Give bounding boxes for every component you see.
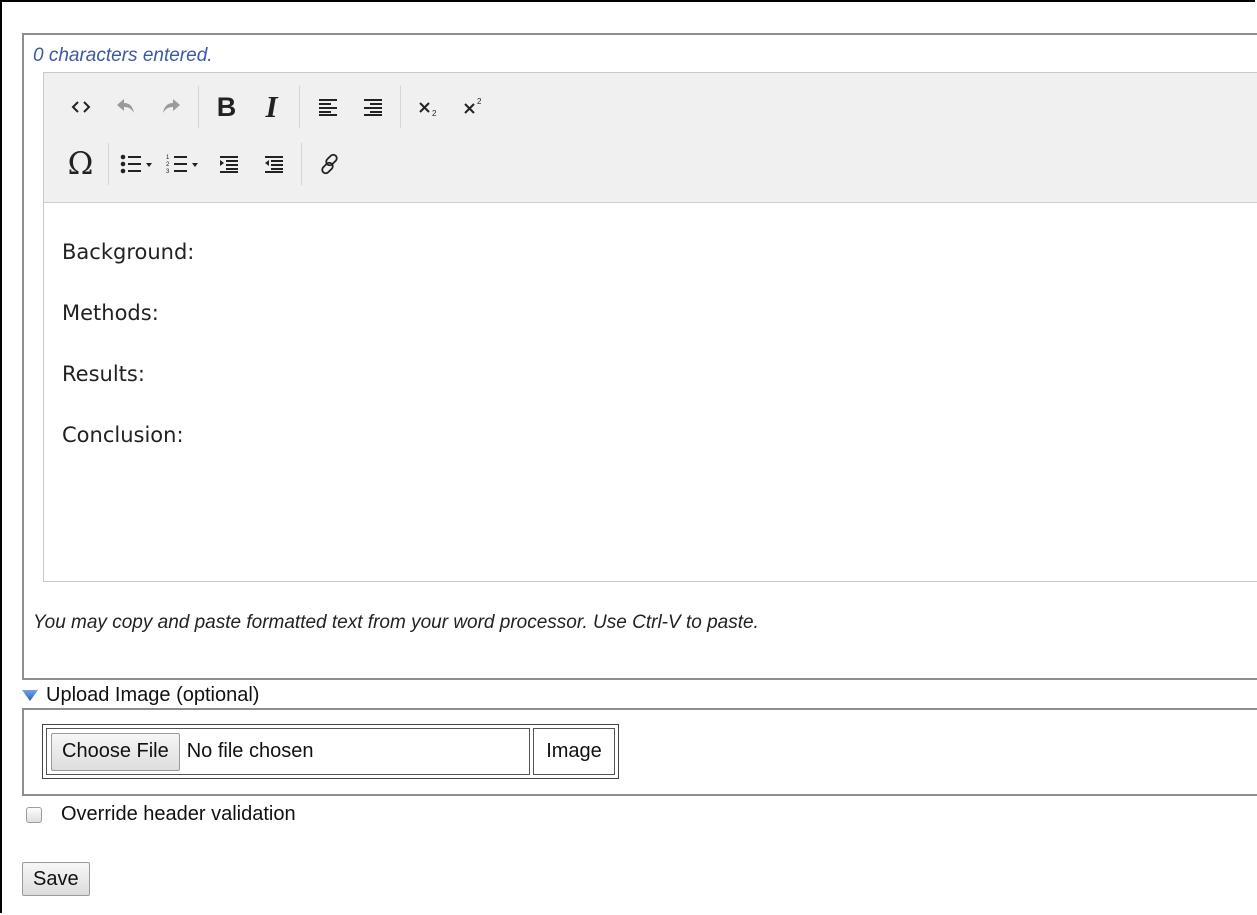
align-right-button[interactable] xyxy=(350,87,395,127)
numbered-list-button[interactable]: 1 2 3 xyxy=(160,144,206,184)
upload-table: Choose File No file chosen Image xyxy=(42,724,619,779)
content-line-conclusion: Conclusion: xyxy=(62,423,184,447)
bold-icon: B xyxy=(216,91,237,122)
toolbar-row-2: Ω 1 2 3 xyxy=(44,139,352,189)
align-right-icon xyxy=(363,99,382,116)
upload-row: Choose File No file chosen Image xyxy=(46,728,615,775)
toolbar-separator xyxy=(198,86,199,128)
svg-text:1: 1 xyxy=(166,155,170,161)
italic-icon: I xyxy=(265,89,278,124)
link-button[interactable] xyxy=(307,144,352,184)
content-line-methods: Methods: xyxy=(62,301,159,325)
special-character-icon: Ω xyxy=(67,146,94,182)
align-left-button[interactable] xyxy=(305,87,350,127)
rich-text-editor: B I 2 2 Ω 1 2 3 Background: Methods: Res… xyxy=(43,72,1257,582)
editor-toolbar: B I 2 2 Ω 1 2 3 xyxy=(44,73,1257,203)
content-line-background: Background: xyxy=(62,240,195,264)
superscript-button[interactable]: 2 xyxy=(451,87,496,127)
override-label: Override header validation xyxy=(61,803,296,825)
character-count: 0 characters entered. xyxy=(33,45,213,66)
bulleted-list-icon xyxy=(120,154,152,174)
source-icon xyxy=(71,101,90,113)
toolbar-separator xyxy=(108,143,109,185)
align-left-icon xyxy=(318,99,337,116)
svg-text:2: 2 xyxy=(432,109,437,117)
special-character-button[interactable]: Ω xyxy=(58,144,103,184)
toolbar-separator xyxy=(301,143,302,185)
numbered-list-icon: 1 2 3 xyxy=(166,155,198,175)
redo-button[interactable] xyxy=(148,87,193,127)
subscript-button[interactable]: 2 xyxy=(406,87,451,127)
outdent-button[interactable] xyxy=(251,144,296,184)
svg-text:3: 3 xyxy=(166,169,170,175)
svg-text:2: 2 xyxy=(477,97,482,106)
undo-icon xyxy=(116,99,134,113)
file-input[interactable]: Choose File No file chosen xyxy=(46,728,530,775)
source-button[interactable] xyxy=(58,87,103,127)
file-status: No file chosen xyxy=(186,740,314,762)
toolbar-separator xyxy=(400,86,401,128)
toolbar-row-1: B I 2 2 xyxy=(44,82,496,132)
override-row: Override header validation xyxy=(26,803,296,826)
outdent-icon xyxy=(264,156,283,173)
svg-text:2: 2 xyxy=(166,162,170,168)
override-checkbox[interactable] xyxy=(26,806,42,823)
image-label-cell: Image xyxy=(533,728,615,775)
bulleted-list-button[interactable] xyxy=(114,144,160,184)
bold-button[interactable]: B xyxy=(204,87,249,127)
indent-icon xyxy=(219,156,238,173)
editor-content-area[interactable]: Background: Methods: Results: Conclusion… xyxy=(44,203,1257,581)
undo-button[interactable] xyxy=(103,87,148,127)
toolbar-separator xyxy=(299,86,300,128)
save-button[interactable]: Save xyxy=(22,862,90,896)
indent-button[interactable] xyxy=(206,144,251,184)
link-icon xyxy=(320,153,338,175)
triangle-down-icon xyxy=(22,689,38,701)
content-line-results: Results: xyxy=(62,362,145,386)
superscript-icon: 2 xyxy=(463,97,482,114)
choose-file-button[interactable]: Choose File xyxy=(51,732,180,771)
paste-hint: You may copy and paste formatted text fr… xyxy=(33,612,759,633)
redo-icon xyxy=(162,99,180,113)
upload-image-label: Upload Image (optional) xyxy=(46,683,260,706)
subscript-icon: 2 xyxy=(418,102,437,117)
italic-button[interactable]: I xyxy=(249,87,294,127)
upload-image-toggle[interactable]: Upload Image (optional) xyxy=(22,682,259,708)
